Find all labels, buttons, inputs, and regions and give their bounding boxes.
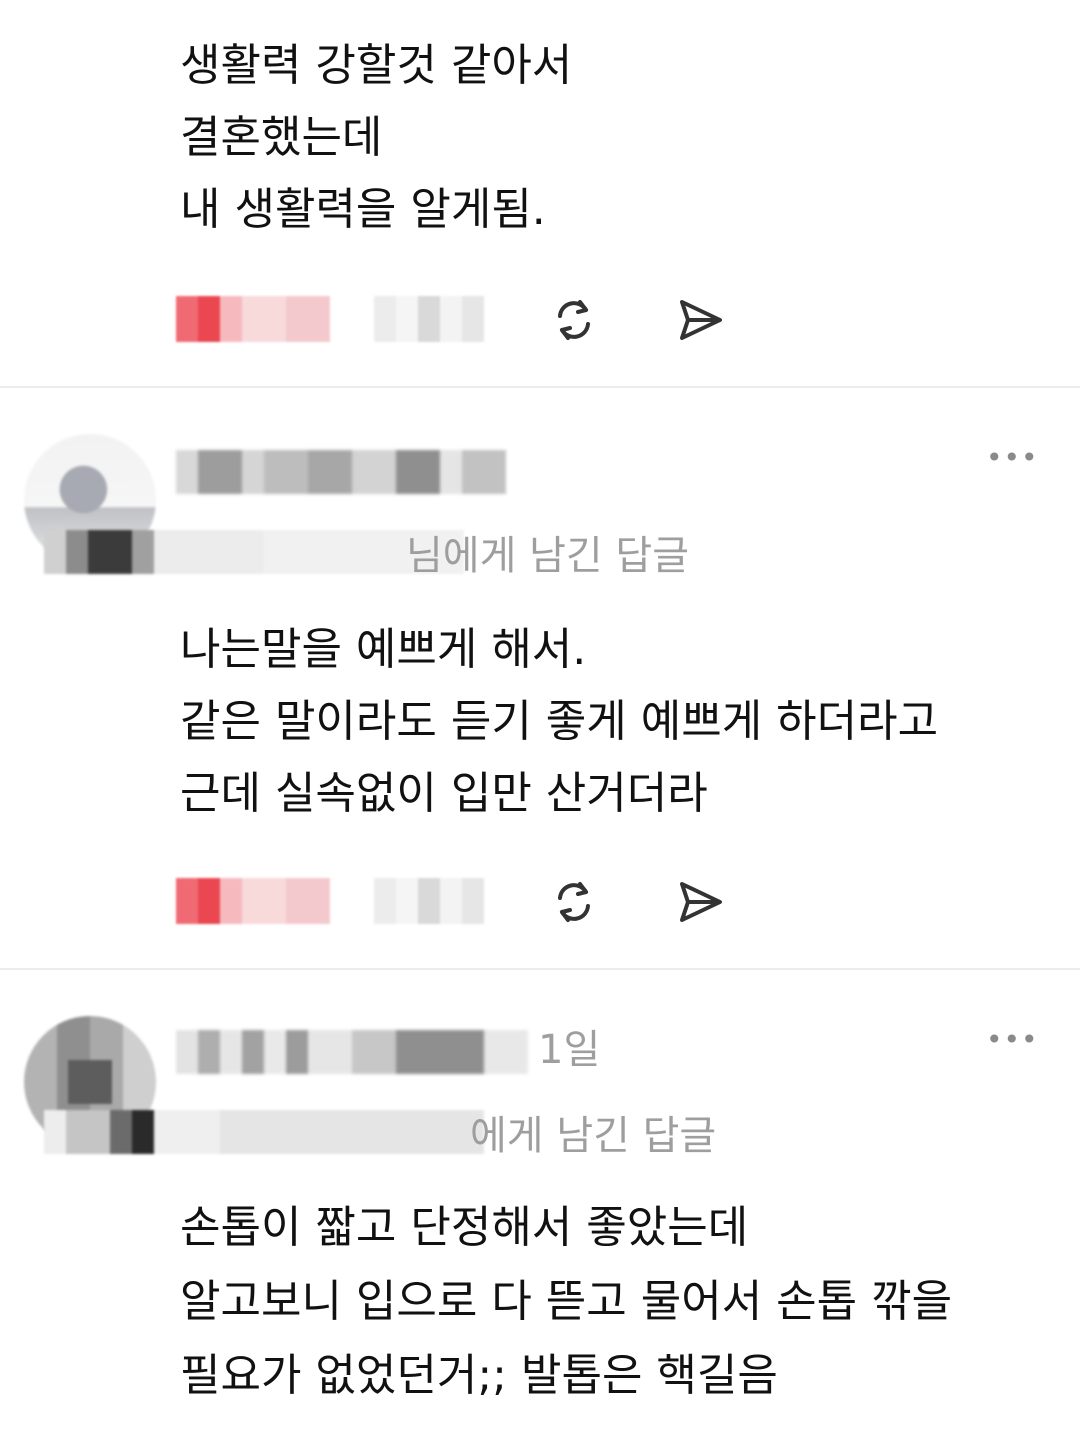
post-time: 1일: [538, 1027, 601, 1073]
post-text-line: 근데 실속없이 입만 산거더라: [180, 768, 708, 819]
username-blurred[interactable]: [176, 450, 506, 494]
reply-target-label[interactable]: 님에게 남긴 답글: [406, 528, 689, 584]
post-text-line: 내 생활력을 알게됨.: [180, 184, 546, 235]
post-text-line: 필요가 없었던거;; 발톱은 핵길음: [180, 1350, 778, 1401]
reply-target-label[interactable]: 에게 남긴 답글: [470, 1108, 716, 1164]
post-text-line: 나는말을 예쁘게 해서.: [180, 624, 587, 675]
repost-icon[interactable]: [546, 292, 602, 348]
more-icon[interactable]: •••: [986, 1026, 1038, 1054]
send-icon[interactable]: [672, 874, 728, 930]
reply-target-blurred: [44, 530, 464, 574]
post-actions: [176, 296, 736, 342]
like-count-blurred[interactable]: [176, 296, 330, 342]
post-text-line: 손톱이 짧고 단정해서 좋았는데: [180, 1202, 749, 1253]
post-divider: [0, 386, 1080, 388]
username-blurred[interactable]: [176, 1030, 528, 1074]
more-icon[interactable]: •••: [986, 444, 1038, 472]
reply-count-blurred[interactable]: [374, 296, 484, 342]
post-text-line: 같은 말이라도 듣기 좋게 예쁘게 하더라고: [180, 696, 939, 747]
repost-icon[interactable]: [546, 874, 602, 930]
post-text-line: 생활력 강할것 같아서: [180, 40, 573, 91]
post-divider: [0, 968, 1080, 970]
like-count-blurred[interactable]: [176, 878, 330, 924]
reply-count-blurred[interactable]: [374, 878, 484, 924]
post-actions: [176, 878, 736, 924]
reply-target-blurred: [44, 1110, 484, 1154]
post-text-line: 알고보니 입으로 다 뜯고 물어서 손톱 깎을: [180, 1276, 953, 1327]
post-text-line: 결혼했는데: [180, 112, 383, 163]
send-icon[interactable]: [672, 292, 728, 348]
